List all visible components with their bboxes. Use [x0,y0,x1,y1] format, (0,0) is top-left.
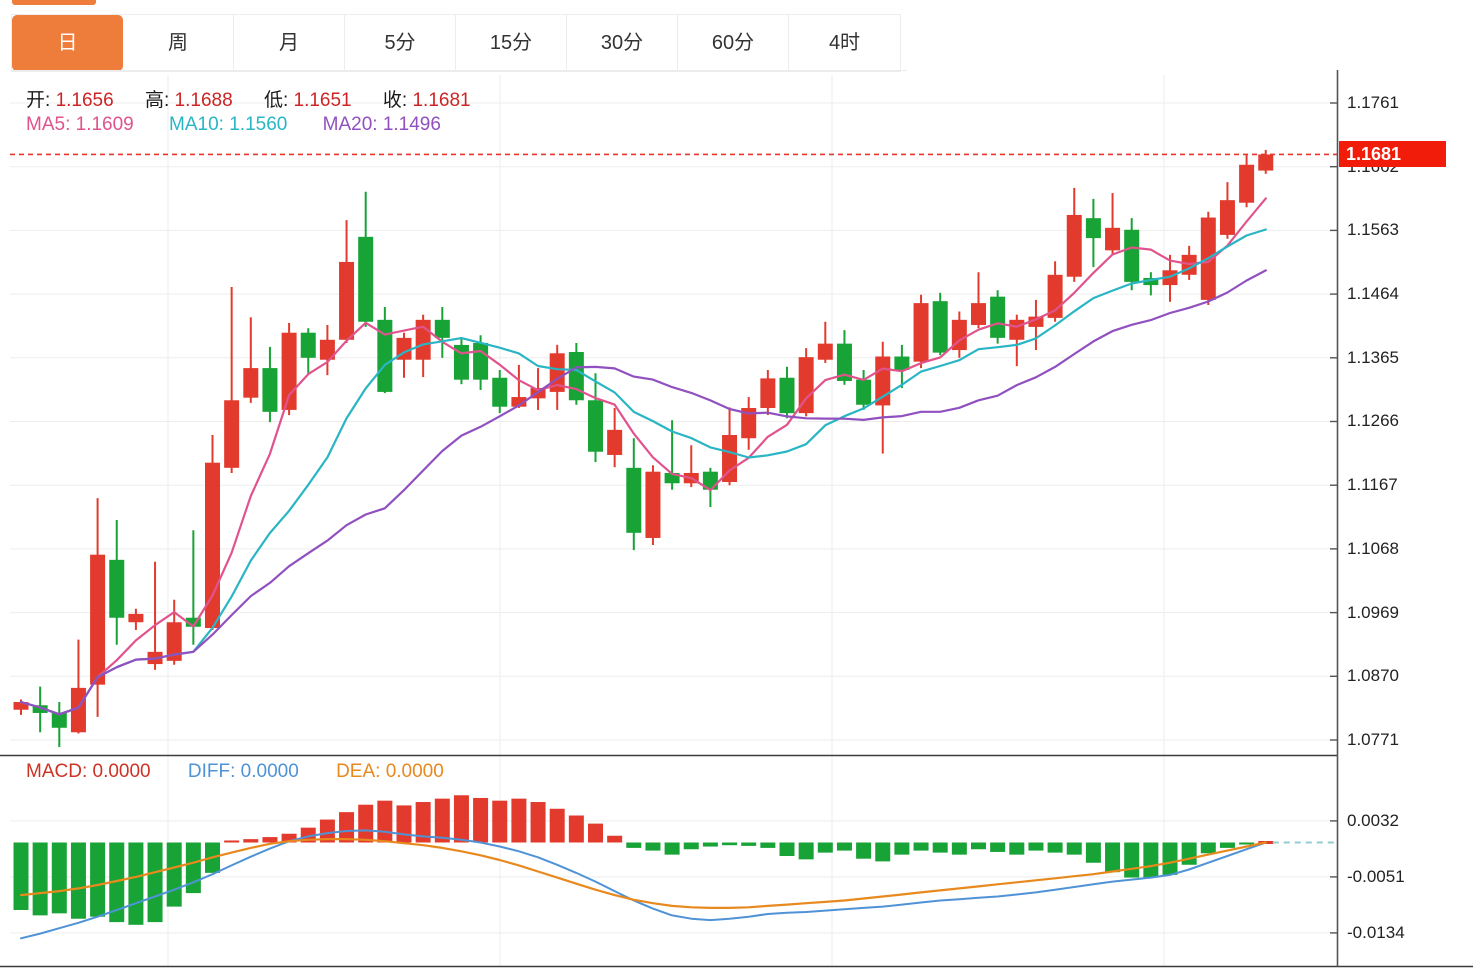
price-axis-label: 1.1167 [1347,475,1398,495]
macd-value-legend: MACD: 0.0000 [26,761,151,782]
macd-legend: MACD: 0.0000 DIFF: 0.0000 DEA: 0.0000 [26,761,476,783]
ma5-legend: MA5: 1.1609 [26,114,134,135]
price-axis-label: 1.1464 [1347,284,1399,304]
macd-axis-label: 0.0032 [1347,811,1399,831]
low-value: 1.1651 [294,90,352,111]
ma20-legend: MA20: 1.1496 [323,114,441,135]
high-value: 1.1688 [175,90,233,111]
price-axis-label: 1.1266 [1347,411,1399,431]
open-value: 1.1656 [56,90,114,111]
diff-value-legend: DIFF: 0.0000 [188,761,299,782]
candlestick-macd-chart[interactable] [0,0,1473,969]
ohlc-legend: 开: 1.1656 高: 1.1688 低: 1.1651 收: 1.1681 [26,85,497,112]
close-label: 收: [383,90,407,111]
macd-axis-label: -0.0134 [1347,923,1405,943]
open-label: 开: [26,90,50,111]
current-price-tag: 1.1681 [1339,141,1446,167]
macd-axis-label: -0.0051 [1347,867,1405,887]
dea-value-legend: DEA: 0.0000 [336,761,444,782]
ma-legend: MA5: 1.1609 MA10: 1.1560 MA20: 1.1496 [26,114,471,136]
trading-chart-page: 日周月5分15分30分60分4时 开: 1.1656 高: 1.1688 低: … [0,0,1473,969]
price-axis-label: 1.1563 [1347,220,1399,240]
price-axis-label: 1.1068 [1347,539,1399,559]
price-axis-label: 1.1761 [1347,93,1399,113]
price-axis-label: 1.1365 [1347,348,1399,368]
price-axis-label: 1.0870 [1347,666,1399,686]
close-value: 1.1681 [412,90,470,111]
high-label: 高: [145,90,169,111]
ma10-legend: MA10: 1.1560 [169,114,287,135]
low-label: 低: [264,90,288,111]
price-axis-label: 1.0969 [1347,603,1399,623]
price-axis-label: 1.0771 [1347,730,1399,750]
